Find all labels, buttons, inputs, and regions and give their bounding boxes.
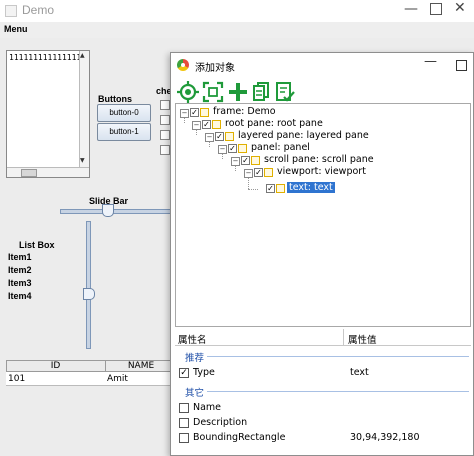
tree-checkbox[interactable]: ✓ <box>266 184 275 193</box>
tree-guide <box>248 177 249 189</box>
capture-icon[interactable] <box>202 81 224 103</box>
property-value[interactable]: 30,94,392,180 <box>350 432 420 443</box>
group-divider <box>207 356 469 357</box>
property-name-header[interactable]: 属性名 <box>178 332 207 346</box>
collapse-icon[interactable]: − <box>231 157 240 166</box>
horizontal-scroll-thumb[interactable] <box>21 169 37 177</box>
maximize-icon[interactable] <box>430 3 442 15</box>
tree-checkbox[interactable]: ✓ <box>202 120 211 129</box>
tree-checkbox[interactable]: ✓ <box>190 108 199 117</box>
text-area-scroll-pane[interactable]: 111111111111111 ▲ ▼ <box>6 50 90 178</box>
property-value-header[interactable]: 属性值 <box>348 332 377 346</box>
horizontal-scrollbar[interactable] <box>7 167 89 177</box>
minimize-icon[interactable]: — <box>404 1 418 17</box>
checkbox[interactable] <box>160 115 170 125</box>
tree-checkbox[interactable]: ✓ <box>215 132 224 141</box>
copy-icon[interactable] <box>251 81 273 103</box>
tree-node-label[interactable]: root pane: root pane <box>225 118 323 129</box>
list-item[interactable]: Item3 <box>8 278 32 288</box>
node-icon <box>200 108 209 117</box>
java-app-icon <box>5 5 17 17</box>
collapse-icon[interactable]: − <box>192 121 201 130</box>
list-item[interactable]: Item1 <box>8 252 32 262</box>
table-row[interactable] <box>6 372 176 386</box>
node-icon <box>225 132 234 141</box>
button-0[interactable]: button-0 <box>97 104 151 122</box>
tree-checkbox[interactable]: ✓ <box>241 156 250 165</box>
vertical-slider-thumb[interactable] <box>83 288 95 300</box>
scroll-down-icon[interactable]: ▼ <box>80 157 85 164</box>
tree-node-label[interactable]: viewport: viewport <box>277 166 366 177</box>
property-name: Name <box>193 402 222 413</box>
collapse-icon[interactable]: − <box>205 133 214 142</box>
column-header-name[interactable]: NAME <box>106 360 176 372</box>
checkbox[interactable] <box>160 130 170 140</box>
property-name: BoundingRectangle <box>193 432 286 443</box>
locate-icon[interactable] <box>177 81 199 103</box>
node-icon <box>212 120 221 129</box>
tree-guide <box>248 189 258 190</box>
text-area[interactable]: 111111111111111 <box>9 53 81 62</box>
tree-node-label[interactable]: scroll pane: scroll pane <box>264 154 374 165</box>
node-icon <box>276 184 285 193</box>
property-value[interactable]: text <box>350 367 369 378</box>
checkbox[interactable] <box>160 100 170 110</box>
list-item[interactable]: Item2 <box>8 265 32 275</box>
recommended-group-label: 推荐 <box>185 353 205 364</box>
list-box-label: List Box <box>19 240 55 250</box>
table-cell-name[interactable]: Amit <box>107 374 128 384</box>
checkbox[interactable] <box>160 145 170 155</box>
property-checkbox-description[interactable] <box>179 418 189 428</box>
property-checkbox-type[interactable]: ✓ <box>179 368 189 378</box>
node-icon <box>264 168 273 177</box>
validate-icon[interactable] <box>274 81 296 103</box>
tree-checkbox[interactable]: ✓ <box>254 168 263 177</box>
scroll-up-icon[interactable]: ▲ <box>80 52 85 59</box>
list-item[interactable]: Item4 <box>8 291 32 301</box>
minimize-icon[interactable]: — <box>424 54 437 69</box>
collapse-icon[interactable]: − <box>218 145 227 154</box>
properties-header <box>175 329 471 346</box>
demo-title-bar[interactable] <box>0 0 474 22</box>
property-checkbox-name[interactable] <box>179 403 189 413</box>
menu-bar <box>0 22 474 38</box>
property-name: Description <box>193 417 248 428</box>
other-group-label: 其它 <box>185 388 205 399</box>
properties-panel: 属性名 属性值 推荐 ✓ Type text 其它 Name Descripti… <box>175 329 471 455</box>
property-name: Type <box>193 367 215 378</box>
node-icon <box>238 144 247 153</box>
group-divider <box>207 391 469 392</box>
property-checkbox-bounding-rectangle[interactable] <box>179 433 189 443</box>
column-divider[interactable] <box>343 329 344 345</box>
tree-node-label[interactable]: layered pane: layered pane <box>238 130 369 141</box>
node-icon <box>251 156 260 165</box>
demo-window-title: Demo <box>22 3 55 17</box>
close-icon[interactable]: ✕ <box>454 0 466 16</box>
tree-node-label-selected[interactable]: text: text <box>287 182 335 193</box>
buttons-group-label: Buttons <box>98 94 132 104</box>
horizontal-slider-thumb[interactable] <box>102 204 114 217</box>
add-object-dialog: 添加对象 — − ✓ frame: Demo − ✓ root pane: ro… <box>170 52 474 456</box>
maximize-icon[interactable] <box>456 60 467 71</box>
add-icon[interactable] <box>227 81 249 103</box>
collapse-icon[interactable]: − <box>180 109 189 118</box>
tree-node-label[interactable]: frame: Demo <box>213 106 276 117</box>
vertical-scrollbar[interactable] <box>79 51 89 167</box>
table-cell-id[interactable]: 101 <box>8 374 25 384</box>
button-1[interactable]: button-1 <box>97 123 151 141</box>
object-tree[interactable]: − ✓ frame: Demo − ✓ root pane: root pane… <box>175 103 471 327</box>
menu-item[interactable]: Menu <box>4 24 28 34</box>
app-logo-icon-center <box>181 63 185 67</box>
tree-checkbox[interactable]: ✓ <box>228 144 237 153</box>
collapse-icon[interactable]: − <box>244 169 253 178</box>
vertical-slider-track[interactable] <box>86 221 91 349</box>
column-header-id[interactable]: ID <box>6 360 106 372</box>
tree-node-label[interactable]: panel: panel <box>251 142 310 153</box>
dialog-title: 添加对象 <box>195 63 235 74</box>
horizontal-slider-track[interactable] <box>60 209 174 214</box>
